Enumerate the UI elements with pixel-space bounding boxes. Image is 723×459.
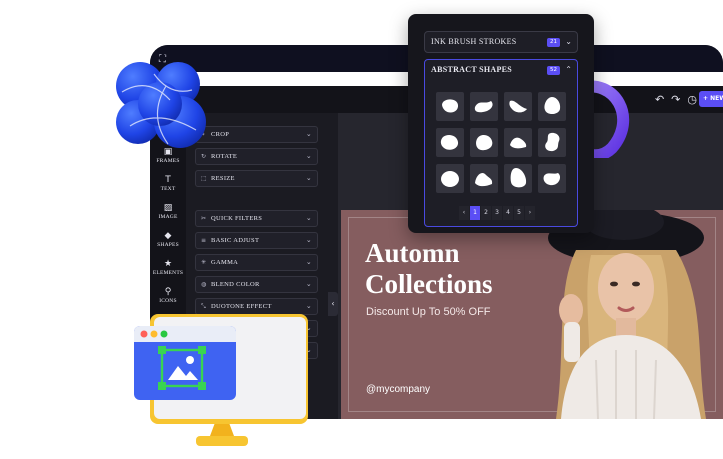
sidebar-item-icons[interactable]: ⚲ ICONS <box>150 287 186 304</box>
sidebar-item-label: TEXT <box>160 186 176 192</box>
tool-quick-filters[interactable]: ✂ QUICK FILTERS ⌄ <box>195 210 318 227</box>
tool-gamma[interactable]: ✳ GAMMA ⌄ <box>195 254 318 271</box>
shape-item[interactable] <box>538 128 566 157</box>
history-icon[interactable]: ◷ <box>687 93 697 106</box>
shape-item[interactable] <box>504 92 532 121</box>
shape-item[interactable] <box>504 128 532 157</box>
shape-item[interactable] <box>470 164 498 193</box>
chevron-down-icon: ⌄ <box>305 258 312 266</box>
image-icon: ▨ <box>163 203 173 213</box>
count-badge: 21 <box>547 38 560 47</box>
sidebar-item-image[interactable]: ▨ IMAGE <box>150 203 186 220</box>
tool-label: BASIC ADJUST <box>211 237 260 244</box>
elements-icon: ★ <box>163 259 173 269</box>
shapes-icon: ◆ <box>164 231 172 241</box>
icons-icon: ⚲ <box>164 287 172 297</box>
tool-crop[interactable]: ⌗ CROP ⌄ <box>195 126 318 143</box>
resize-icon: ⬚ <box>201 175 207 182</box>
tool-basic-adjust[interactable]: ≡ BASIC ADJUST ⌄ <box>195 232 318 249</box>
design-preview[interactable]: Automn Collections Discount Up To 50% OF… <box>341 210 723 419</box>
sidebar-item-elements[interactable]: ★ ELEMENTS <box>150 259 186 276</box>
sidebar-item-label: SHAPES <box>157 242 179 248</box>
gamma-icon: ✳ <box>201 259 207 266</box>
sidebar-item-shapes[interactable]: ◆ SHAPES <box>150 231 186 248</box>
count-badge: 52 <box>547 66 560 75</box>
page-button-5[interactable]: 5 <box>514 206 524 220</box>
undo-icon[interactable]: ↶ <box>655 93 664 106</box>
page-button-1[interactable]: 1 <box>470 206 480 220</box>
blend-icon: ◍ <box>201 281 207 288</box>
chevron-down-icon: ⌄ <box>305 152 312 160</box>
design-title[interactable]: Automn Collections <box>365 238 493 300</box>
filters-icon: ✂ <box>201 215 207 222</box>
shapes-popup: INK BRUSH STROKES 21 ⌄ ABSTRACT SHAPES 5… <box>408 14 594 233</box>
redo-icon[interactable]: ↷ <box>671 93 680 106</box>
chevron-down-icon: ⌄ <box>305 280 312 288</box>
section-abstract-shapes[interactable]: ABSTRACT SHAPES 52 ⌃ ‹ 1 2 3 4 5 › <box>424 59 578 227</box>
shape-item[interactable] <box>436 164 464 193</box>
page-button-2[interactable]: 2 <box>481 206 491 220</box>
tool-label: CROP <box>211 131 230 138</box>
tool-label: ROTATE <box>211 153 238 160</box>
chevron-up-icon: ⌃ <box>565 65 572 74</box>
pagination: ‹ 1 2 3 4 5 › <box>459 206 535 220</box>
chevron-down-icon: ⌄ <box>305 214 312 222</box>
shape-grid <box>436 92 568 193</box>
shape-item[interactable] <box>538 92 566 121</box>
tool-resize[interactable]: ⬚ RESIZE ⌄ <box>195 170 318 187</box>
chevron-down-icon: ⌄ <box>305 236 312 244</box>
shape-item[interactable] <box>436 92 464 121</box>
monitor-illustration <box>134 314 308 446</box>
tool-label: BLEND COLOR <box>211 281 260 288</box>
chevron-down-icon: ⌄ <box>565 37 572 46</box>
section-label: ABSTRACT SHAPES <box>431 65 513 74</box>
design-subtitle[interactable]: Discount Up To 50% OFF <box>366 306 491 318</box>
tool-label: QUICK FILTERS <box>211 215 263 222</box>
adjust-icon: ≡ <box>201 237 207 244</box>
tool-label: RESIZE <box>211 175 235 182</box>
pagination-next[interactable]: › <box>525 206 535 220</box>
shape-item[interactable] <box>470 128 498 157</box>
design-title-line: Collections <box>365 269 493 299</box>
model-photo[interactable] <box>536 210 723 419</box>
shape-item[interactable] <box>504 164 532 193</box>
section-ink-brush-strokes[interactable]: INK BRUSH STROKES 21 ⌄ <box>424 31 578 53</box>
shape-item[interactable] <box>436 128 464 157</box>
page-button-4[interactable]: 4 <box>503 206 513 220</box>
new-button[interactable]: + NEW <box>699 91 723 107</box>
tool-rotate[interactable]: ↻ ROTATE ⌄ <box>195 148 318 165</box>
chevron-down-icon: ⌄ <box>305 130 312 138</box>
sidebar-item-label: ICONS <box>159 298 177 304</box>
blob-decoration <box>116 62 206 148</box>
design-title-line: Automn <box>365 238 460 268</box>
sidebar-item-label: IMAGE <box>158 214 178 220</box>
text-icon: T <box>165 175 171 185</box>
chevron-down-icon: ⌄ <box>305 174 312 182</box>
design-handle[interactable]: @mycompany <box>366 384 430 395</box>
panel-collapse-button[interactable]: ‹ <box>328 292 338 316</box>
sidebar-item-label: ELEMENTS <box>152 270 184 276</box>
sidebar-item-label: FRAMES <box>156 158 180 164</box>
shape-item[interactable] <box>470 92 498 121</box>
sidebar-item-text[interactable]: T TEXT <box>150 175 186 192</box>
section-label: INK BRUSH STROKES <box>431 37 517 46</box>
pagination-prev[interactable]: ‹ <box>459 206 469 220</box>
page-button-3[interactable]: 3 <box>492 206 502 220</box>
tool-label: GAMMA <box>211 259 239 266</box>
tool-blend-color[interactable]: ◍ BLEND COLOR ⌄ <box>195 276 318 293</box>
shape-item[interactable] <box>538 164 566 193</box>
